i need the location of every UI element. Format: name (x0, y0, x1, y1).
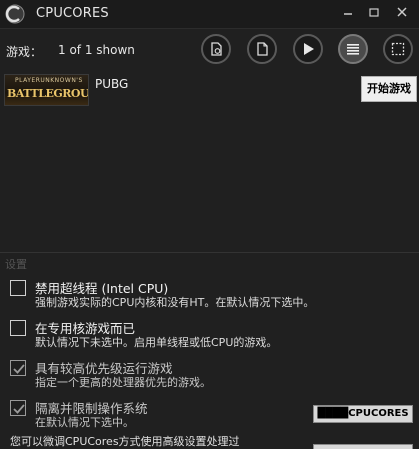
document-icon (257, 42, 268, 56)
advanced-settings-button[interactable] (313, 444, 413, 449)
checkmark-icon (13, 364, 25, 374)
document-button[interactable] (247, 34, 277, 64)
footer-text: 您可以微调CPUCores方式使用高级设置处理过 (10, 435, 240, 448)
app-logo-icon (5, 4, 25, 24)
list-item[interactable]: PLAYERUNKNOWN'S BATTLEGROUNDS PUBG (4, 74, 204, 108)
play-button[interactable] (293, 34, 323, 64)
select-frame-button[interactable] (383, 34, 413, 64)
game-thumbnail: PLAYERUNKNOWN'S BATTLEGROUNDS (4, 74, 89, 106)
window-title: CPUCORES (36, 6, 109, 21)
minimize-button[interactable] (338, 4, 358, 22)
setting-description: 在默认情况下选中。 (35, 416, 134, 429)
minimize-icon (344, 13, 352, 15)
checkbox-dedicated-core[interactable] (10, 320, 26, 336)
divider (0, 252, 419, 253)
close-icon (397, 7, 407, 17)
list-view-icon (347, 44, 359, 55)
games-label: 游戏： (6, 45, 43, 59)
game-name: PUBG (95, 77, 129, 91)
checkmark-icon (13, 404, 25, 414)
title-bar: CPUCORES (0, 0, 419, 29)
checkbox-isolate-os[interactable] (10, 400, 26, 416)
add-game-button[interactable] (201, 34, 231, 64)
setting-description: 默认情况下未选中。启用单线程或低CPU的游戏。 (35, 336, 278, 349)
game-thumbnail-subtitle: PLAYERUNKNOWN'S (15, 77, 83, 84)
setting-description: 强制游戏实际的CPU内核和没有HT。在默认情况下选中。 (35, 296, 315, 309)
maximize-button[interactable] (364, 4, 384, 22)
settings-section-title: 设置 (5, 258, 27, 271)
toolbar: 游戏： 1 of 1 shown (0, 30, 419, 70)
cpucores-button[interactable]: ████CPUCORES (313, 405, 413, 423)
game-thumbnail-title: BATTLEGROUNDS (7, 87, 89, 100)
maximize-icon (369, 8, 379, 17)
checkbox-disable-hyperthreading[interactable] (10, 280, 26, 296)
games-count: 1 of 1 shown (58, 43, 135, 57)
close-button[interactable] (392, 4, 412, 22)
play-icon (304, 43, 314, 55)
setting-description: 指定一个更高的处理器优先的游戏。 (35, 376, 211, 389)
checkbox-high-priority[interactable] (10, 360, 26, 376)
select-frame-icon (391, 42, 405, 56)
add-game-icon (211, 42, 222, 56)
list-view-button[interactable] (338, 34, 368, 64)
game-list: PLAYERUNKNOWN'S BATTLEGROUNDS PUBG (0, 70, 419, 248)
